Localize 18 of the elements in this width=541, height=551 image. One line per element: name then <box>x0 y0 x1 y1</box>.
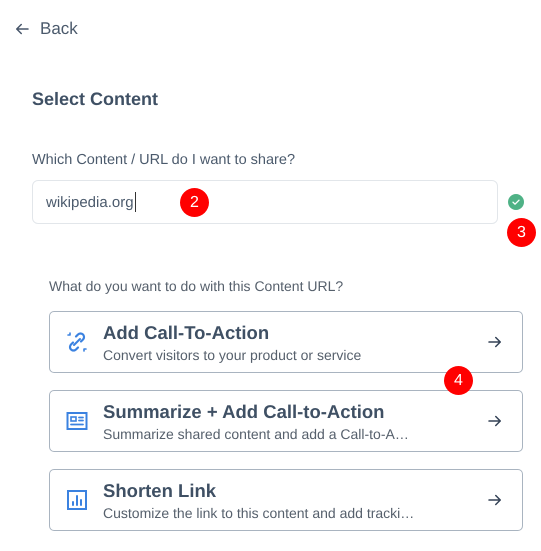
field-label: Which Content / URL do I want to share? <box>32 152 296 168</box>
annotation-marker: 2 <box>180 188 209 217</box>
option-description: Summarize shared content and add a Call-to-A… <box>103 426 410 442</box>
option-card[interactable]: Shorten Link Customize the link to this content and add tracki… <box>49 469 523 531</box>
question-label: What do you want to do with this Content URL? <box>49 278 344 294</box>
option-description: Convert visitors to your product or service <box>103 346 362 362</box>
option-title: Shorten Link <box>103 480 218 502</box>
back-button[interactable]: Back <box>11 17 80 41</box>
option-card[interactable]: Summarize + Add Call-to-Action Summarize shared content and add a Call-to-A… <box>49 390 523 452</box>
bar-chart-icon <box>65 488 89 512</box>
option-description: Customize the link to this content and add tracki… <box>103 504 416 520</box>
option-title: Add Call-To-Action <box>103 322 270 344</box>
section-heading: Select Content <box>32 89 160 110</box>
broken-link-icon <box>65 330 89 354</box>
option-title: Summarize + Add Call-to-Action <box>103 400 386 422</box>
annotation-marker: 3 <box>507 218 536 247</box>
option-card[interactable]: Add Call-To-Action Convert visitors to your product or service <box>49 311 523 373</box>
article-icon <box>65 409 89 433</box>
